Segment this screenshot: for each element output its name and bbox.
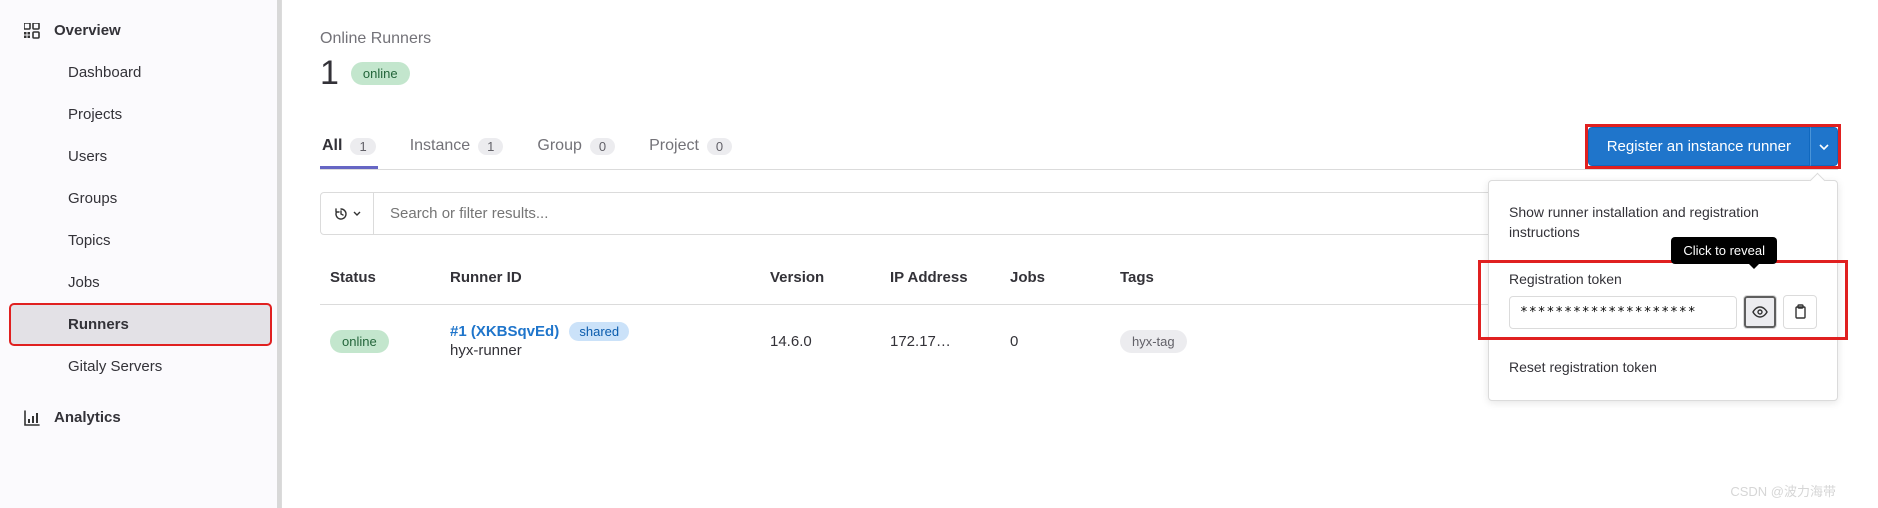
watermark: CSDN @波力海带 [1730, 481, 1836, 500]
copy-token-button[interactable] [1783, 295, 1817, 329]
sidebar: Overview Dashboard Projects Users Groups… [0, 0, 282, 508]
col-runner-id: Runner ID [440, 255, 760, 305]
tab-count: 1 [478, 138, 503, 155]
sidebar-item-groups[interactable]: Groups [10, 178, 271, 219]
nav-section-analytics[interactable]: Analytics [0, 397, 281, 438]
clipboard-icon [1792, 304, 1808, 320]
row-tag: hyx-tag [1120, 330, 1187, 353]
register-dropdown-panel: Show runner installation and registratio… [1488, 180, 1838, 401]
col-version: Version [760, 255, 880, 305]
overview-label: Overview [54, 22, 121, 39]
runner-count: 1 [320, 54, 339, 93]
sidebar-item-users[interactable]: Users [10, 136, 271, 177]
tab-label: All [322, 137, 342, 155]
register-runner-button[interactable]: Register an instance runner [1588, 127, 1810, 166]
tab-count: 1 [350, 138, 375, 155]
reset-token-item[interactable]: Reset registration token [1489, 350, 1837, 386]
history-icon [333, 206, 349, 222]
sidebar-item-topics[interactable]: Topics [10, 220, 271, 261]
tab-label: Instance [410, 137, 470, 155]
reveal-tooltip: Click to reveal [1671, 237, 1777, 264]
col-status: Status [320, 255, 440, 305]
status-badge: online [351, 62, 410, 85]
register-runner-button-group: Register an instance runner [1588, 127, 1838, 166]
tab-count: 0 [707, 138, 732, 155]
row-ip: 172.17… [880, 305, 1000, 378]
count-row: 1 online [320, 54, 1838, 93]
sidebar-item-projects[interactable]: Projects [10, 94, 271, 135]
divider [1489, 339, 1837, 340]
shared-badge: shared [569, 322, 629, 341]
sidebar-item-runners[interactable]: Runners [10, 304, 271, 345]
runner-link[interactable]: #1 (XKBSqvEd) [450, 323, 559, 340]
register-runner-dropdown-toggle[interactable] [1810, 127, 1838, 166]
sidebar-item-dashboard[interactable]: Dashboard [10, 52, 271, 93]
search-history-button[interactable] [320, 192, 374, 235]
page-title: Online Runners [320, 30, 1838, 48]
eye-icon [1752, 304, 1768, 320]
tab-count: 0 [590, 138, 615, 155]
analytics-label: Analytics [54, 409, 121, 426]
token-section: Click to reveal Registration token [1489, 271, 1837, 329]
nav-section-overview[interactable]: Overview [0, 10, 281, 51]
tab-label: Group [537, 137, 581, 155]
analytics-icon [24, 410, 40, 426]
sidebar-item-gitaly[interactable]: Gitaly Servers [10, 346, 271, 387]
tabs: All 1 Instance 1 Group 0 Project 0 Regis… [320, 123, 1838, 170]
divider [1489, 260, 1837, 261]
row-jobs: 0 [1000, 305, 1110, 378]
tab-all[interactable]: All 1 [320, 123, 378, 169]
row-status: online [330, 330, 389, 353]
tab-instance[interactable]: Instance 1 [408, 123, 506, 169]
row-version: 14.6.0 [760, 305, 880, 378]
tab-project[interactable]: Project 0 [647, 123, 734, 169]
chevron-down-icon [353, 210, 361, 218]
main-content: Online Runners 1 online All 1 Instance 1… [282, 0, 1878, 508]
sidebar-item-jobs[interactable]: Jobs [10, 262, 271, 303]
tab-label: Project [649, 137, 699, 155]
reveal-token-button[interactable] [1743, 295, 1777, 329]
token-label: Registration token [1489, 271, 1837, 295]
col-jobs: Jobs [1000, 255, 1110, 305]
show-instructions-item[interactable]: Show runner installation and registratio… [1489, 195, 1837, 250]
overview-icon [24, 23, 40, 39]
col-ip: IP Address [880, 255, 1000, 305]
token-input[interactable] [1509, 296, 1737, 329]
chevron-down-icon [1819, 142, 1829, 152]
tab-group[interactable]: Group 0 [535, 123, 617, 169]
runner-desc: hyx-runner [450, 342, 750, 359]
